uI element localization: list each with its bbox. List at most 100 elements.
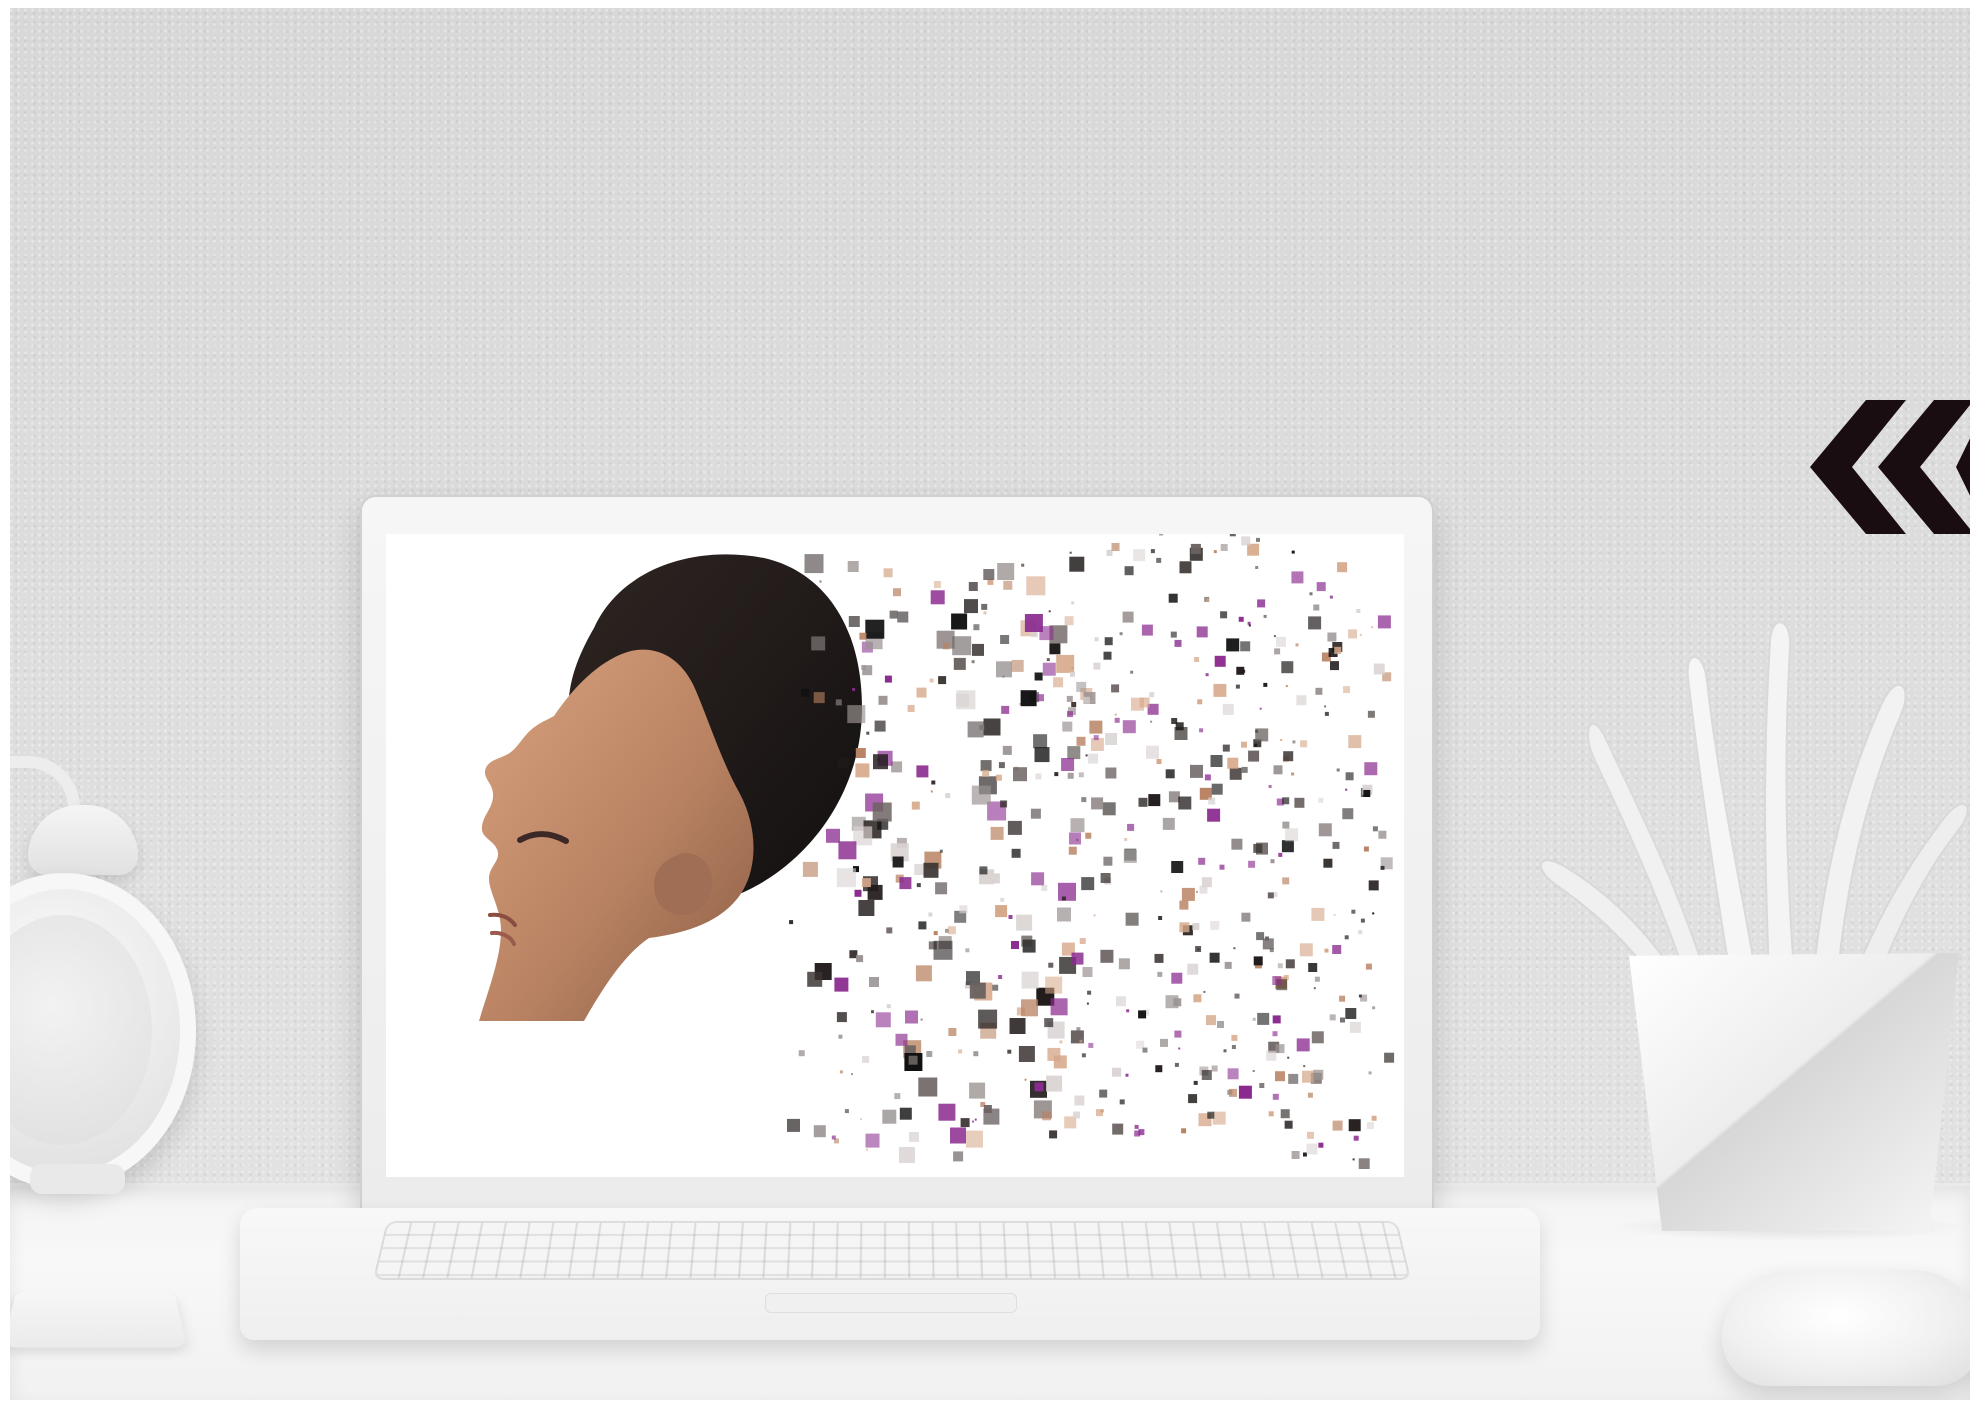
pixel-particle	[862, 665, 873, 676]
pixel-particle	[1085, 832, 1092, 839]
pixel-particle	[1212, 1111, 1226, 1125]
pixel-particle	[1048, 610, 1051, 613]
pixel-particle	[973, 1051, 979, 1057]
pixel-particle	[1241, 536, 1251, 546]
pixel-particle	[956, 690, 976, 710]
pixel-particle	[1146, 745, 1159, 759]
pixel-particle	[915, 965, 932, 982]
pixel-particle	[878, 695, 888, 705]
pixel-particle	[1193, 1080, 1198, 1085]
pixel-particle	[1371, 1115, 1377, 1121]
pixel-particle	[1329, 595, 1333, 599]
pixel-particle	[1281, 661, 1294, 674]
pixel-particle	[1313, 987, 1316, 990]
pixel-particle	[1062, 721, 1073, 732]
pixel-particle	[938, 676, 947, 685]
pixel-particle	[1059, 1040, 1063, 1044]
pixel-particle	[967, 721, 984, 738]
pixel-particle	[1267, 892, 1274, 899]
pixel-particle	[1123, 849, 1137, 863]
pixel-particle	[1358, 1158, 1370, 1169]
pixel-particle	[1226, 638, 1240, 652]
pixel-particle	[1133, 549, 1146, 562]
pixel-particle	[1030, 808, 1041, 819]
pixel-particle	[1247, 621, 1251, 625]
pixel-particle	[998, 975, 1003, 979]
pixel-particle	[1031, 872, 1045, 886]
pixel-particle	[1247, 543, 1260, 556]
pixel-particle	[1007, 1049, 1012, 1054]
pixel-particle	[1358, 930, 1363, 935]
pixel-particle	[1366, 1122, 1374, 1130]
pixel-particle	[1046, 1075, 1063, 1092]
pixel-particle	[1124, 838, 1128, 841]
pixel-particle	[826, 828, 840, 843]
pixel-particle	[1224, 961, 1232, 969]
pixel-particle	[1078, 772, 1084, 778]
pixel-particle	[1114, 717, 1120, 723]
pixel-particle	[1007, 820, 1022, 835]
pixel-particle	[1021, 563, 1025, 567]
pixel-particle	[1170, 631, 1177, 638]
pixel-particle	[1069, 832, 1081, 845]
pixel-particle	[1324, 948, 1329, 953]
pixel-particle	[1088, 753, 1099, 764]
pixel-particle	[894, 1093, 901, 1100]
pixel-particle	[1356, 609, 1361, 613]
pixel-particle	[1262, 938, 1274, 950]
pixel-particle	[938, 1103, 956, 1121]
pixel-particle	[1272, 1093, 1279, 1100]
pixel-particle	[1159, 534, 1164, 536]
pixel-particle	[835, 699, 842, 706]
pixel-particle	[1162, 817, 1175, 830]
pixel-particle	[1042, 662, 1056, 676]
pixel-particle	[1018, 1046, 1035, 1062]
pixel-particle	[1363, 790, 1371, 797]
pixel-particle	[1288, 1073, 1299, 1084]
pixel-particle	[1197, 948, 1200, 951]
pixel-particle	[834, 977, 849, 992]
pixel-particle	[1372, 826, 1378, 832]
pixel-particle	[872, 802, 892, 822]
pixel-particle	[886, 927, 893, 934]
pixel-particle	[996, 661, 1012, 678]
pixel-particle	[1070, 671, 1075, 677]
pixel-particle	[964, 599, 978, 614]
pixel-particle	[983, 569, 995, 580]
pixel-particle	[1103, 856, 1113, 866]
pixel-particle	[918, 921, 927, 930]
pixel-particle	[1268, 1111, 1274, 1117]
pixel-particle	[1046, 658, 1050, 662]
pixel-particle	[931, 780, 936, 785]
pixel-particle	[1196, 626, 1208, 638]
pixel-particle	[911, 801, 920, 810]
pixel-particle	[1345, 1008, 1357, 1019]
pixel-particle	[838, 1034, 843, 1039]
pixel-particle	[1157, 971, 1163, 977]
pixel-particle	[1148, 794, 1161, 807]
pixel-particle	[1102, 802, 1116, 816]
pixel-particle	[1222, 744, 1230, 752]
pixel-particle	[1311, 1031, 1324, 1044]
pixel-particle	[1248, 860, 1256, 868]
pixel-particle	[1190, 764, 1203, 778]
pixel-particle	[1082, 696, 1090, 704]
pixel-particle	[908, 1055, 918, 1065]
pixel-particle	[1372, 1006, 1376, 1010]
pixel-particle	[1373, 663, 1385, 675]
pixel-particle	[1208, 797, 1216, 805]
pixel-particle	[847, 705, 866, 724]
pixel-particle	[1056, 654, 1075, 673]
pixel-particle	[898, 1147, 915, 1163]
pixel-particle	[1295, 643, 1299, 647]
pixel-particle	[990, 826, 1004, 840]
pixel-particle	[1136, 1040, 1145, 1049]
pixel-particle	[895, 1033, 908, 1046]
pixel-particle	[1274, 648, 1281, 655]
pixel-particle	[1127, 823, 1135, 831]
pixel-particle	[1001, 705, 1010, 714]
pixel-particle	[873, 754, 888, 770]
pixel-particle	[1359, 633, 1362, 636]
pixel-particle	[1011, 941, 1019, 949]
pixel-particle	[1296, 695, 1307, 706]
